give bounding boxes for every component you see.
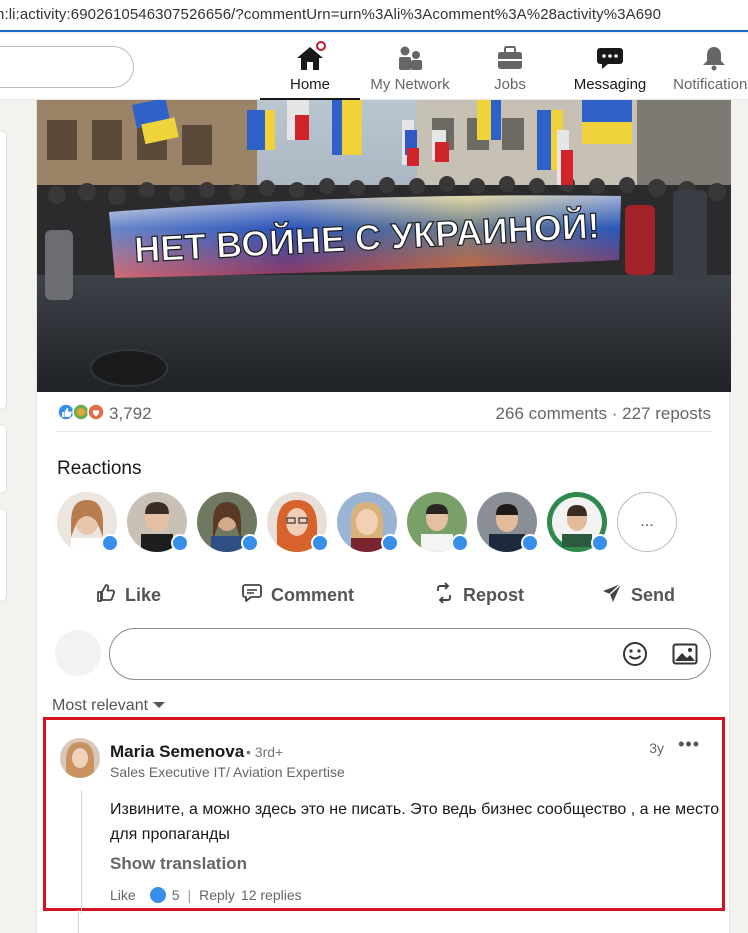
divider: | — [187, 887, 192, 903]
comment-input[interactable] — [109, 628, 711, 680]
comment-text: Извините, а можно здесь это не писать. Э… — [110, 801, 720, 843]
briefcase-icon — [494, 42, 526, 74]
repost-icon — [433, 582, 455, 609]
current-user-avatar — [55, 630, 101, 676]
comment-icon — [241, 582, 263, 609]
nav-my-network[interactable]: My Network — [360, 34, 460, 100]
notification-dot — [314, 39, 328, 53]
bell-icon — [698, 42, 730, 74]
commenter-headline: Sales Executive IT/ Aviation Expertise — [110, 764, 345, 780]
post-actions: Like Comment Repost Send — [37, 574, 731, 614]
search-input[interactable] — [0, 46, 134, 88]
caret-down-icon — [152, 697, 166, 715]
commenter-avatar[interactable] — [60, 738, 100, 778]
more-options-icon[interactable]: ••• — [678, 734, 700, 755]
home-icon — [294, 39, 328, 74]
commenter-name[interactable]: Maria Semenova — [110, 742, 244, 762]
sidebar-card — [0, 508, 7, 602]
like-badge-icon — [381, 534, 399, 552]
send-button[interactable]: Send — [601, 582, 675, 609]
reply-count[interactable]: 12 replies — [241, 887, 302, 903]
post-card: НЕТ ВОЙНЕ С УКРАИНОЙ! 3,792 266 comments… — [36, 100, 731, 933]
reactions-heading: Reactions — [57, 458, 142, 479]
like-badge-icon — [521, 534, 539, 552]
social-counts: 3,792 266 comments · 227 reposts — [57, 400, 711, 432]
nav-notifications[interactable]: Notifications — [664, 34, 748, 100]
like-badge-icon — [451, 534, 469, 552]
people-icon — [394, 42, 426, 74]
like-reaction-icon — [149, 887, 166, 903]
top-nav: Home My Network Jobs Messaging Notificat… — [0, 34, 748, 100]
comment-button[interactable]: Comment — [241, 582, 354, 609]
thumbs-up-icon — [95, 582, 117, 609]
message-icon — [594, 42, 626, 74]
comment-actions: Like 5 | Reply 12 replies — [110, 887, 302, 903]
reaction-icons[interactable] — [57, 402, 107, 422]
emoji-icon[interactable] — [622, 641, 648, 672]
sidebar-card — [0, 424, 7, 494]
comment-like-button[interactable]: Like — [110, 887, 136, 903]
comments-reposts-count[interactable]: 266 comments · 227 reposts — [496, 404, 711, 424]
address-bar-url: n:li:activity:6902610546307526656/?comme… — [0, 6, 662, 23]
highlighted-comment: Maria Semenova • 3rd+ Sales Executive IT… — [43, 717, 725, 914]
reaction-count[interactable]: 3,792 — [109, 404, 152, 424]
comment-timestamp: 3y — [649, 740, 664, 756]
send-icon — [601, 582, 623, 609]
like-badge-icon — [591, 534, 609, 552]
show-translation-button[interactable]: Show translation — [110, 854, 247, 874]
address-bar[interactable]: n:li:activity:6902610546307526656/?comme… — [0, 0, 748, 32]
like-badge-icon — [171, 534, 189, 552]
nav-messaging[interactable]: Messaging — [566, 34, 654, 100]
more-reactors-button[interactable]: ... — [617, 492, 677, 552]
sort-dropdown[interactable]: Most relevant — [52, 697, 166, 715]
repost-button[interactable]: Repost — [433, 582, 524, 609]
image-icon[interactable] — [672, 641, 698, 672]
thread-line — [81, 790, 82, 914]
like-button[interactable]: Like — [95, 582, 161, 609]
post-image[interactable]: НЕТ ВОЙНЕ С УКРАИНОЙ! — [37, 100, 731, 392]
connection-degree: • 3rd+ — [246, 744, 284, 760]
nav-jobs[interactable]: Jobs — [470, 34, 550, 100]
comment-like-count[interactable]: 5 — [172, 887, 180, 903]
like-badge-icon — [101, 534, 119, 552]
like-badge-icon — [311, 534, 329, 552]
like-badge-icon — [241, 534, 259, 552]
thread-line — [78, 910, 79, 933]
nav-home[interactable]: Home — [260, 34, 360, 100]
sidebar-card — [0, 130, 7, 410]
reply-button[interactable]: Reply — [199, 887, 235, 903]
